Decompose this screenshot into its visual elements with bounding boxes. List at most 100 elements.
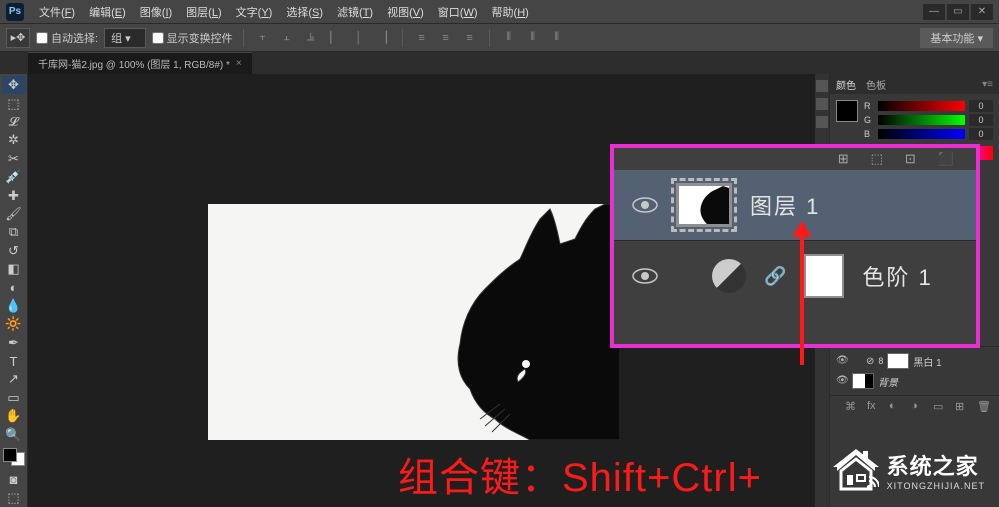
distribute-icon-2[interactable]: ≡ [437, 29, 455, 47]
color-tab[interactable]: 颜色 [836, 77, 856, 92]
popup-layer-2[interactable]: 🔗 色阶 1 [614, 241, 976, 311]
popup-icon-2: ⬚ [871, 151, 883, 167]
house-icon [833, 447, 879, 493]
auto-select-label: 自动选择: [51, 30, 98, 46]
shape-tool[interactable]: ▭ [2, 389, 26, 407]
mask-icon[interactable]: ◐ [889, 400, 905, 414]
g-slider[interactable] [878, 115, 965, 125]
workspace-switcher[interactable]: 基本功能 ▾ [920, 28, 993, 48]
auto-select-dropdown[interactable]: 组 ▾ [104, 28, 146, 48]
gradient-tool[interactable]: ◐ [2, 278, 26, 296]
document-tab-title: 千库网-猫2.jpg @ 100% (图层 1, RGB/8#) * [38, 56, 230, 71]
align-bottom-icon[interactable]: ⫡ [302, 29, 320, 47]
distribute-h-icon-3[interactable]: ⦀ [548, 29, 566, 47]
b-value[interactable]: 0 [969, 128, 993, 140]
align-right-icon[interactable]: ▕ [374, 29, 392, 47]
menu-select[interactable]: 选择(S) [279, 4, 330, 20]
layer-thumbnail-1[interactable] [676, 183, 732, 227]
tool-preset-picker[interactable]: ▸✥ [6, 28, 30, 48]
color-swatch[interactable] [3, 448, 25, 466]
watermark: 系统之家 XITONGZHIJIA.NET [833, 447, 985, 493]
lasso-tool[interactable]: 𝓛 [2, 113, 26, 131]
document-canvas[interactable] [208, 204, 620, 440]
visibility-icon[interactable]: 👁 [836, 375, 848, 387]
align-vmiddle-icon[interactable]: ⫠ [278, 29, 296, 47]
swatches-tab[interactable]: 色板 [866, 77, 886, 92]
distribute-h-icon-1[interactable]: ⦀ [500, 29, 518, 47]
link-layers-icon[interactable]: ⌘ [845, 400, 861, 414]
group-icon[interactable]: ▭ [933, 400, 949, 414]
stamp-tool[interactable]: ⧉ [2, 223, 26, 241]
crop-tool[interactable]: ✂ [2, 150, 26, 168]
eye-icon[interactable] [632, 192, 658, 218]
menu-type[interactable]: 文字(Y) [229, 4, 280, 20]
trash-icon[interactable]: 🗑 [977, 400, 993, 414]
popup-icon-1: ⊞ [838, 151, 849, 167]
heal-tool[interactable]: ✚ [2, 186, 26, 204]
auto-select-checkbox[interactable] [36, 32, 48, 44]
layers-panel-small: 👁 ⊘ 8 黑白 1 👁 背景 [830, 346, 999, 395]
pen-tool[interactable]: ✒ [2, 333, 26, 351]
distribute-h-icon-2[interactable]: ⦀ [524, 29, 542, 47]
color-swatch-pair[interactable] [836, 100, 858, 122]
new-layer-icon[interactable]: ⊞ [955, 400, 971, 414]
layer-row-bg[interactable]: 👁 背景 [836, 371, 993, 391]
visibility-icon[interactable]: 👁 [836, 355, 848, 367]
blur-tool[interactable]: 💧 [2, 297, 26, 315]
menu-edit[interactable]: 编辑(E) [82, 4, 133, 20]
zoom-tool[interactable]: 🔍 [2, 425, 26, 443]
watermark-url: XITONGZHIJIA.NET [887, 481, 985, 491]
move-tool[interactable]: ✥ [2, 76, 26, 94]
type-tool[interactable]: T [2, 352, 26, 370]
menu-file[interactable]: 文件(F) [32, 4, 82, 20]
menu-layer[interactable]: 图层(L) [179, 4, 228, 20]
options-bar: ▸✥ 自动选择: 组 ▾ 显示变换控件 ⫟ ⫠ ⫡ ▏ │ ▕ ≡ ≡ ≡ ⦀ … [0, 24, 999, 52]
align-top-icon[interactable]: ⫟ [254, 29, 272, 47]
align-left-icon[interactable]: ▏ [326, 29, 344, 47]
panel-menu-icon[interactable]: ▾≡ [982, 79, 993, 90]
eye-icon[interactable] [632, 263, 658, 289]
tab-close-icon[interactable]: × [236, 58, 242, 69]
distribute-icon-3[interactable]: ≡ [461, 29, 479, 47]
menu-window[interactable]: 窗口(W) [431, 4, 485, 20]
layer-mask-thumbnail[interactable] [804, 254, 844, 298]
minimize-button[interactable]: — [923, 4, 945, 20]
hand-tool[interactable]: ✋ [2, 407, 26, 425]
menu-filter[interactable]: 滤镜(T) [330, 4, 380, 20]
b-slider[interactable] [878, 129, 965, 139]
r-value[interactable]: 0 [969, 100, 993, 112]
quick-select-tool[interactable]: ✲ [2, 131, 26, 149]
adjustment-icon[interactable]: ◑ [911, 400, 927, 414]
foreground-color-swatch[interactable] [3, 448, 17, 462]
layer-thumbnail[interactable] [852, 373, 874, 389]
eyedropper-tool[interactable]: 💉 [2, 168, 26, 186]
fx-icon[interactable]: fx [867, 400, 883, 414]
quickmask-tool[interactable]: ◙ [2, 470, 26, 488]
menu-help[interactable]: 帮助(H) [485, 4, 536, 20]
history-brush-tool[interactable]: ↺ [2, 242, 26, 260]
menu-view[interactable]: 视图(V) [380, 4, 431, 20]
annotation-text: 组合键：Shift+Ctrl+ [398, 445, 762, 503]
screenmode-tool[interactable]: ⬚ [2, 489, 26, 507]
align-hcenter-icon[interactable]: │ [350, 29, 368, 47]
layer-thumbnail[interactable] [887, 353, 909, 369]
popup-icon-3: ⊡ [905, 151, 916, 167]
path-tool[interactable]: ↗ [2, 370, 26, 388]
g-value[interactable]: 0 [969, 114, 993, 126]
close-button[interactable]: ✕ [971, 4, 993, 20]
marquee-tool[interactable]: ⬚ [2, 94, 26, 112]
maximize-button[interactable]: ▭ [947, 4, 969, 20]
layer-row-bw[interactable]: 👁 ⊘ 8 黑白 1 [836, 351, 993, 371]
layer-controls: ⌘ fx ◐ ◑ ▭ ⊞ 🗑 [830, 395, 999, 418]
brush-tool[interactable]: 🖌 [2, 205, 26, 223]
eraser-tool[interactable]: ◧ [2, 260, 26, 278]
document-tab[interactable]: 千库网-猫2.jpg @ 100% (图层 1, RGB/8#) * × [28, 52, 252, 74]
show-transform-checkbox[interactable] [152, 32, 164, 44]
annotation-layers-popup: ⊞ ⬚ ⊡ ⬛ 图层 1 🔗 色阶 1 [610, 144, 980, 348]
dodge-tool[interactable]: 🔆 [2, 315, 26, 333]
toolbox: ✥ ⬚ 𝓛 ✲ ✂ 💉 ✚ 🖌 ⧉ ↺ ◧ ◐ 💧 🔆 ✒ T ↗ ▭ ✋ 🔍 … [0, 74, 28, 507]
distribute-icon-1[interactable]: ≡ [413, 29, 431, 47]
menu-image[interactable]: 图像(I) [133, 4, 179, 20]
r-slider[interactable] [878, 101, 965, 111]
menu-bar: Ps 文件(F) 编辑(E) 图像(I) 图层(L) 文字(Y) 选择(S) 滤… [0, 0, 999, 24]
